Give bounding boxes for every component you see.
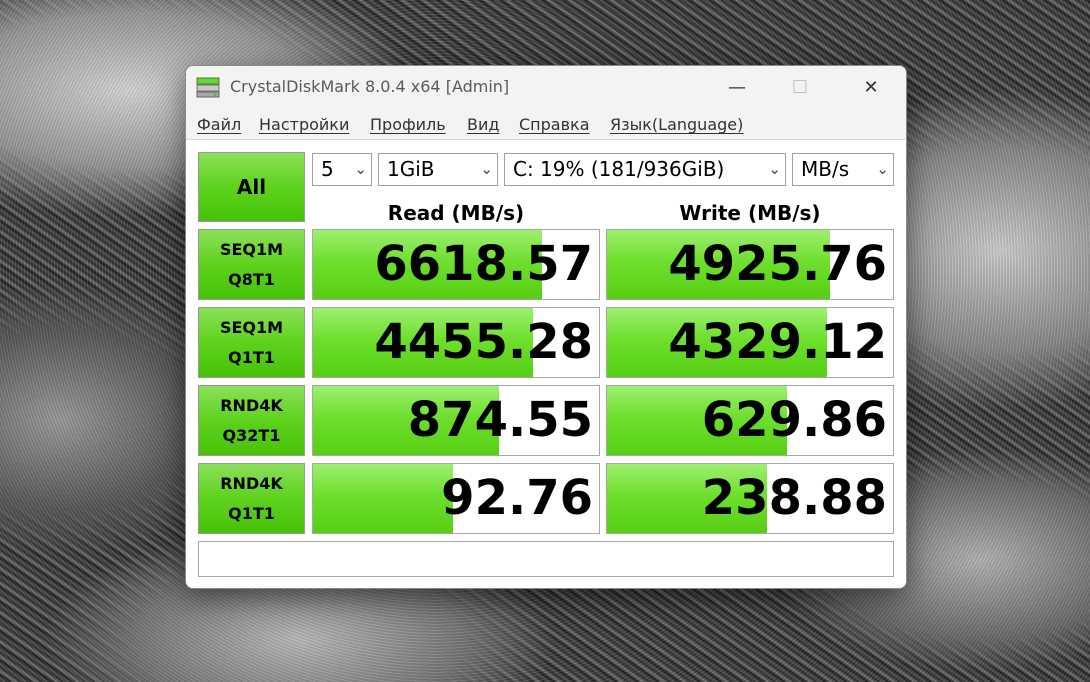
read-result: 92.76	[312, 463, 600, 534]
minimize-button[interactable]: —	[706, 66, 768, 108]
write-value: 238.88	[701, 470, 887, 526]
close-button[interactable]: ✕	[840, 66, 902, 108]
test-size-select[interactable]: 1GiB ⌄	[378, 153, 498, 186]
write-result: 238.88	[606, 463, 894, 534]
read-value: 4455.28	[374, 314, 593, 370]
menu-view[interactable]: Вид	[467, 115, 499, 134]
menu-settings[interactable]: Настройки	[259, 115, 349, 134]
menu-help[interactable]: Справка	[519, 115, 590, 134]
comment-input[interactable]	[198, 541, 894, 577]
read-result: 4455.28	[312, 307, 600, 378]
read-value: 92.76	[441, 470, 593, 526]
chevron-down-icon: ⌄	[480, 160, 493, 178]
read-bar	[313, 464, 454, 533]
test-name: SEQ1M	[219, 239, 284, 259]
test-count-select[interactable]: 5 ⌄	[312, 153, 372, 186]
crystaldiskmark-window: CrystalDiskMark 8.0.4 x64 [Admin] — ☐ ✕ …	[185, 65, 907, 589]
minimize-icon: —	[728, 76, 746, 98]
maximize-icon: ☐	[791, 76, 809, 98]
test-size-value: 1GiB	[387, 157, 435, 181]
test-button-rnd4k-q1t1[interactable]: RND4K Q1T1	[198, 463, 305, 534]
chevron-down-icon: ⌄	[768, 160, 781, 178]
unit-select[interactable]: MB/s ⌄	[792, 153, 894, 186]
write-header: Write (MB/s)	[679, 201, 821, 225]
menu-profile[interactable]: Профиль	[370, 115, 446, 134]
run-all-label: All	[236, 175, 267, 199]
write-result: 4329.12	[606, 307, 894, 378]
test-count-value: 5	[321, 157, 334, 181]
drive-value: C: 19% (181/936GiB)	[513, 157, 725, 181]
test-button-rnd4k-q32t1[interactable]: RND4K Q32T1	[198, 385, 305, 456]
close-icon: ✕	[863, 76, 879, 98]
write-result: 4925.76	[606, 229, 894, 300]
title-bar[interactable]: CrystalDiskMark 8.0.4 x64 [Admin] — ☐ ✕	[186, 66, 906, 108]
chevron-down-icon: ⌄	[354, 160, 367, 178]
maximize-button[interactable]: ☐	[769, 66, 831, 108]
write-value: 4329.12	[668, 314, 887, 370]
unit-value: MB/s	[801, 157, 850, 181]
window-title: CrystalDiskMark 8.0.4 x64 [Admin]	[230, 77, 510, 96]
test-params: Q8T1	[228, 269, 275, 289]
menu-language[interactable]: Язык(Language)	[610, 115, 743, 134]
menu-file[interactable]: Файл	[197, 115, 241, 134]
disk-app-icon	[196, 77, 220, 98]
test-name: RND4K	[220, 473, 283, 493]
drive-select[interactable]: C: 19% (181/936GiB) ⌄	[504, 153, 786, 186]
write-value: 4925.76	[668, 236, 887, 292]
chevron-down-icon: ⌄	[876, 160, 889, 178]
read-value: 874.55	[407, 392, 593, 448]
test-params: Q1T1	[228, 503, 275, 523]
run-all-button[interactable]: All	[198, 152, 305, 222]
read-value: 6618.57	[374, 236, 593, 292]
read-header: Read (MB/s)	[387, 201, 525, 225]
test-params: Q32T1	[222, 425, 281, 445]
test-button-seq1m-q8t1[interactable]: SEQ1M Q8T1	[198, 229, 305, 300]
test-name: RND4K	[220, 395, 283, 415]
write-value: 629.86	[701, 392, 887, 448]
menu-bar: Файл Настройки Профиль Вид Справка Язык(…	[186, 110, 906, 138]
test-button-seq1m-q1t1[interactable]: SEQ1M Q1T1	[198, 307, 305, 378]
test-params: Q1T1	[228, 347, 275, 367]
write-result: 629.86	[606, 385, 894, 456]
read-result: 6618.57	[312, 229, 600, 300]
test-name: SEQ1M	[219, 317, 284, 337]
read-result: 874.55	[312, 385, 600, 456]
benchmark-panel: All 5 ⌄ 1GiB ⌄ C: 19% (181/936GiB) ⌄ MB/…	[186, 139, 906, 588]
